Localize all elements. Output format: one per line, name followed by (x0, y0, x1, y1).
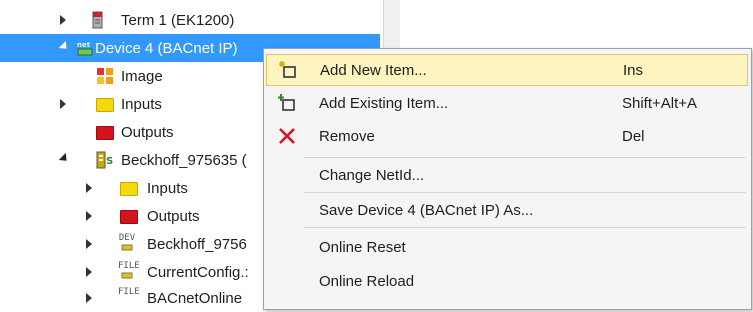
menu-item-online-reset[interactable]: Online Reset (266, 231, 748, 263)
menu-item-label: Change NetId... (319, 166, 425, 184)
tree-item-label: Image (121, 67, 163, 85)
dev-file-icon: DEV (118, 234, 136, 252)
menu-item-label: Remove (319, 127, 375, 145)
tree-item-label: Term 1 (EK1200) (121, 11, 235, 29)
network-device-icon: net (76, 39, 94, 57)
menu-item-label: Online Reload (319, 272, 415, 290)
collapse-arrow-icon[interactable] (58, 40, 71, 55)
expand-arrow-icon[interactable] (84, 265, 94, 279)
menu-item-label: Add New Item... (320, 61, 427, 79)
remove-icon (277, 126, 297, 146)
menu-item-remove[interactable]: Remove Del (266, 120, 748, 152)
menu-item-add-new-item[interactable]: Add New Item... Ins (266, 54, 748, 86)
context-menu: Add New Item... Ins Add Existing Item...… (263, 48, 752, 310)
menu-item-online-reload[interactable]: Online Reload (266, 265, 748, 297)
tree-item-label: Outputs (121, 123, 174, 141)
menu-separator (304, 227, 746, 228)
expand-arrow-icon[interactable] (84, 237, 94, 251)
tree-item-label: Device 4 (BACnet IP) (95, 39, 238, 57)
expand-arrow-icon[interactable] (58, 13, 68, 27)
expand-arrow-icon[interactable] (84, 181, 94, 195)
menu-item-label: Add Existing Item... (319, 94, 449, 112)
menu-item-shortcut: Del (622, 127, 645, 145)
image-icon (96, 67, 114, 85)
file-icon: FILE (118, 262, 140, 280)
menu-item-change-netid[interactable]: Change NetId... (266, 159, 748, 191)
menu-item-save-device-as[interactable]: Save Device 4 (BACnet IP) As... (266, 194, 748, 226)
menu-separator (304, 157, 746, 158)
menu-item-add-existing-item[interactable]: Add Existing Item... Shift+Alt+A (266, 87, 748, 119)
tree-item-label: Beckhoff_9756 (147, 235, 247, 253)
device-icon: S (96, 151, 114, 169)
menu-separator (304, 192, 746, 193)
terminal-icon (92, 11, 110, 29)
svg-text:net: net (77, 41, 91, 49)
tree-item-label: CurrentConfig.: (147, 263, 249, 281)
tree-item-label: Outputs (147, 207, 200, 225)
file-icon: FILE (118, 288, 140, 306)
menu-item-shortcut: Shift+Alt+A (622, 94, 698, 112)
menu-item-label: Save Device 4 (BACnet IP) As... (319, 201, 534, 219)
tree-item-label: BACnetOnline (147, 289, 243, 307)
tree-item-label: Inputs (147, 179, 188, 197)
icon-caption: FILE (118, 261, 140, 271)
add-existing-item-icon (277, 93, 297, 113)
add-new-item-icon (278, 60, 298, 80)
icon-caption: FILE (118, 287, 140, 297)
icon-caption: DEV (118, 233, 136, 243)
expand-arrow-icon[interactable] (84, 209, 94, 223)
menu-item-shortcut: Ins (623, 61, 644, 79)
collapse-arrow-icon[interactable] (58, 152, 71, 167)
inputs-icon (96, 98, 114, 112)
svg-text:S: S (106, 156, 113, 167)
tree-item-label: Inputs (121, 95, 162, 113)
tree-item-label: Beckhoff_975635 ( (121, 151, 247, 169)
outputs-icon (120, 210, 138, 224)
inputs-icon (120, 182, 138, 196)
expand-arrow-icon[interactable] (58, 97, 68, 111)
tree-item-term1[interactable]: Term 1 (EK1200) (0, 6, 380, 34)
outputs-icon (96, 126, 114, 140)
menu-item-label: Online Reset (319, 238, 406, 256)
